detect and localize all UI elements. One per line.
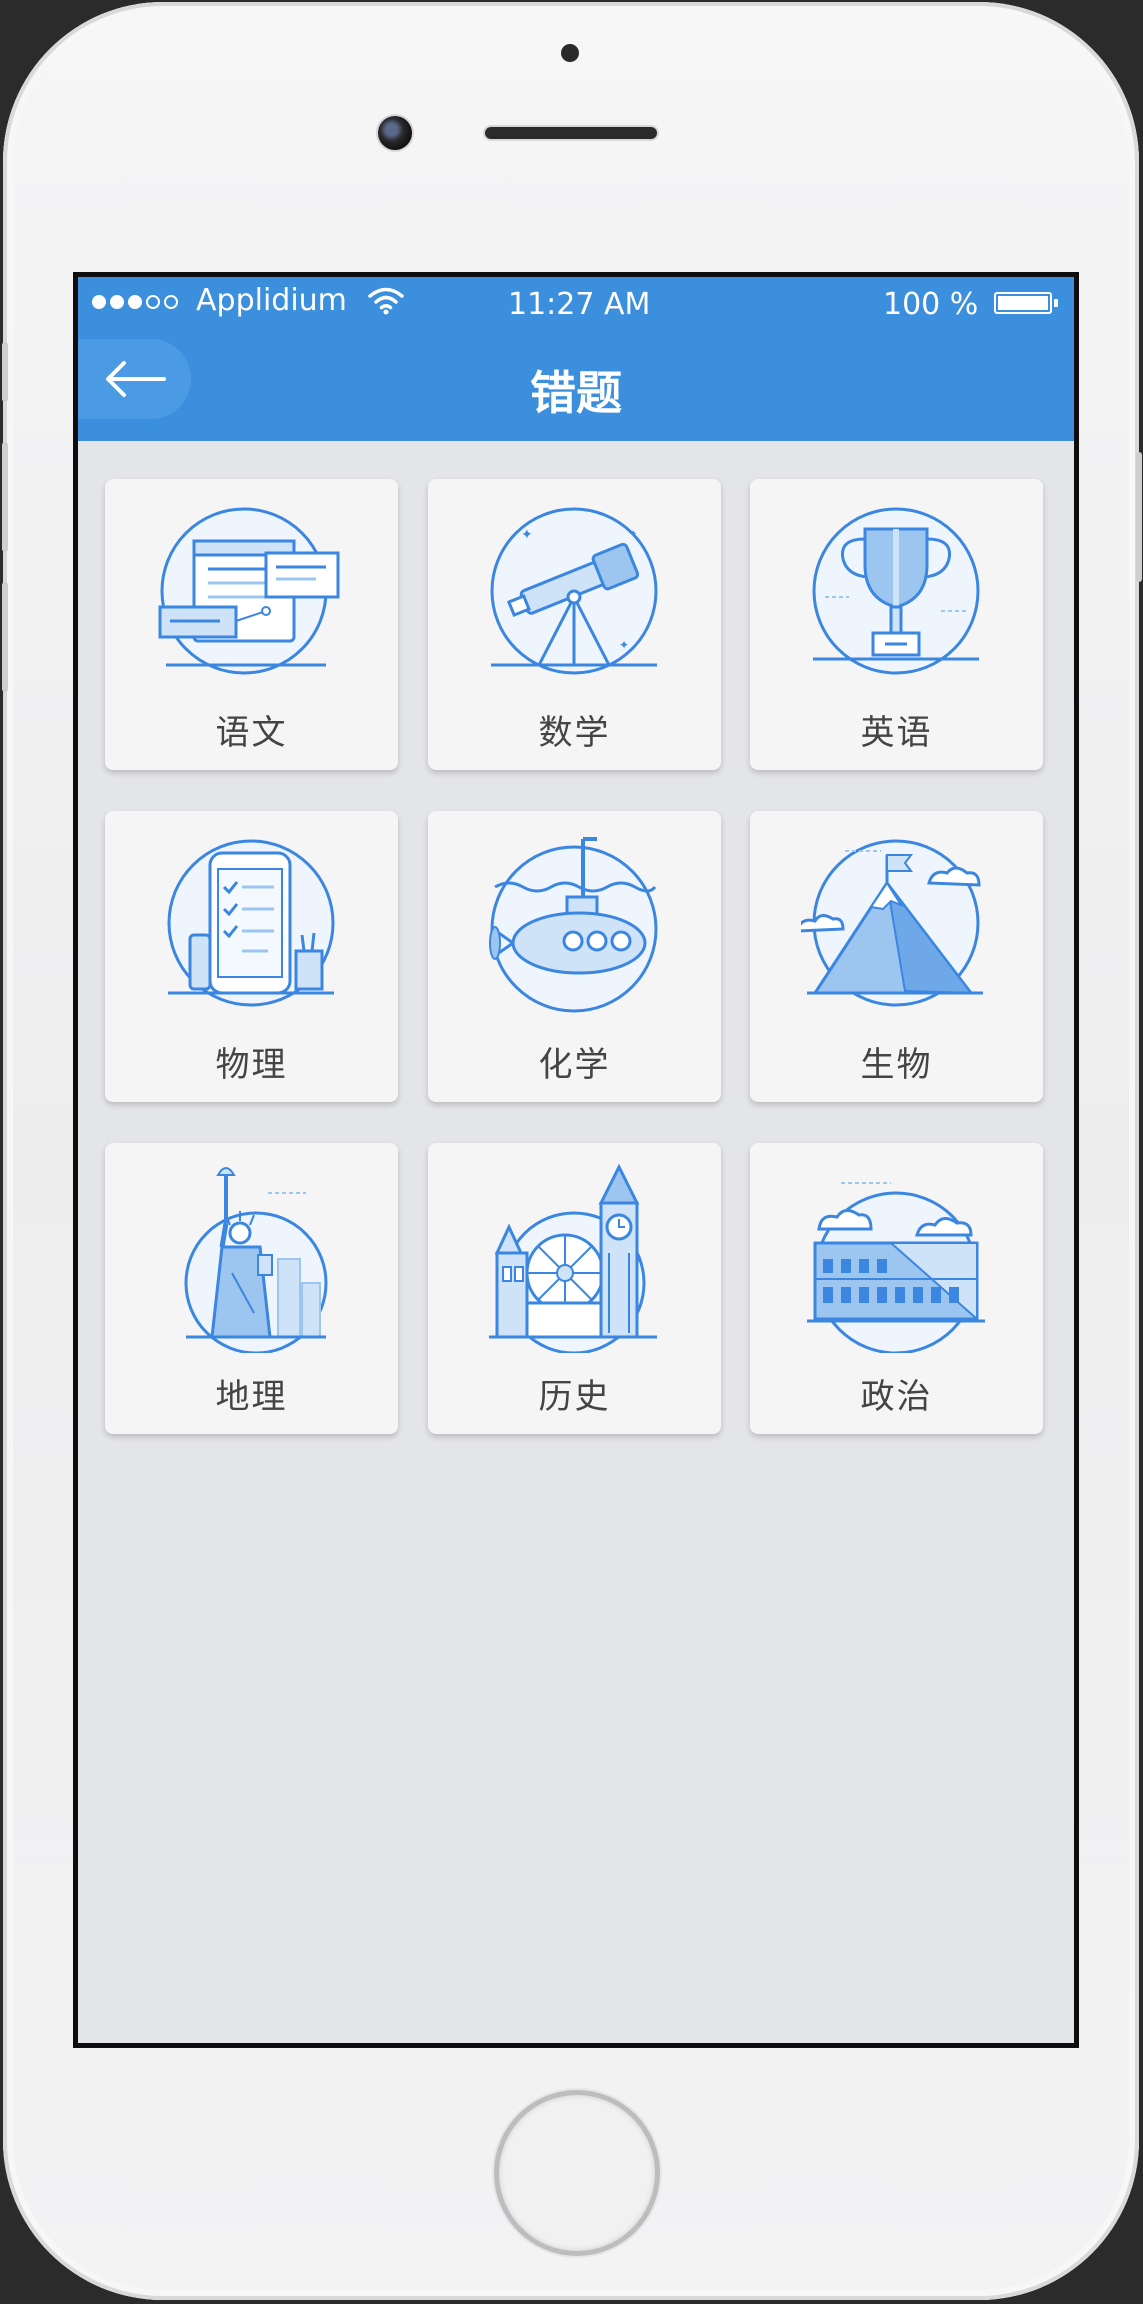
submarine-icon [489,837,658,1013]
trophy-icon [812,507,980,675]
home-button[interactable] [499,2095,655,2251]
subject-card-politics[interactable]: 政治 [750,1143,1043,1434]
battery-icon [994,292,1052,314]
proximity-sensor [561,44,579,62]
colosseum-icon [807,1182,985,1353]
earpiece-speaker [485,127,657,139]
battery-tip [1054,299,1058,307]
subject-card-history[interactable]: 历史 [428,1143,721,1434]
status-time: 11:27 AM [508,287,651,322]
status-bar: Applidium 11:27 AM 100 % [78,277,1074,327]
screen: Applidium 11:27 AM 100 % 错题 语文 ✦ ✦ ✦ 数学 … [73,272,1079,2048]
volume-down-button [2,582,8,692]
subject-label: 语文 [215,713,288,753]
mountain-icon [801,839,983,1007]
subject-card-biology[interactable]: 生物 [750,811,1043,1102]
subject-label: 化学 [538,1045,611,1085]
subject-card-math[interactable]: ✦ ✦ ✦ 数学 [428,479,721,770]
telescope-icon: ✦ ✦ ✦ [490,507,658,675]
subject-label: 政治 [860,1377,933,1417]
mute-switch [2,342,8,402]
phone-checklist-icon [167,839,335,1007]
page-title: 错题 [530,366,622,420]
documents-icon [158,507,340,675]
statue-of-liberty-icon [184,1167,328,1353]
volume-up-button [2,442,8,552]
svg-text:✦: ✦ [629,529,637,540]
subject-label: 物理 [215,1045,288,1085]
signal-strength-icon [92,295,178,309]
battery-percentage: 100 % [883,287,979,322]
subject-card-english[interactable]: 英语 [750,479,1043,770]
carrier-name: Applidium [196,283,347,318]
big-ben-icon [489,1163,657,1353]
subject-label: 生物 [860,1045,933,1085]
wifi-icon [368,287,404,315]
front-camera [378,116,412,150]
svg-text:✦: ✦ [619,638,629,652]
subject-label: 地理 [215,1377,288,1417]
subject-label: 英语 [860,713,933,753]
svg-text:✦: ✦ [521,527,533,543]
subject-label: 数学 [538,713,611,753]
power-button [1136,452,1142,582]
navigation-bar: 错题 [78,327,1074,441]
subject-card-chemistry[interactable]: 化学 [428,811,721,1102]
phone-frame: Applidium 11:27 AM 100 % 错题 语文 ✦ ✦ ✦ 数学 … [2,2,1142,2300]
subject-label: 历史 [538,1377,611,1417]
subject-card-physics[interactable]: 物理 [105,811,398,1102]
subject-card-geography[interactable]: 地理 [105,1143,398,1434]
subject-card-chinese[interactable]: 语文 [105,479,398,770]
